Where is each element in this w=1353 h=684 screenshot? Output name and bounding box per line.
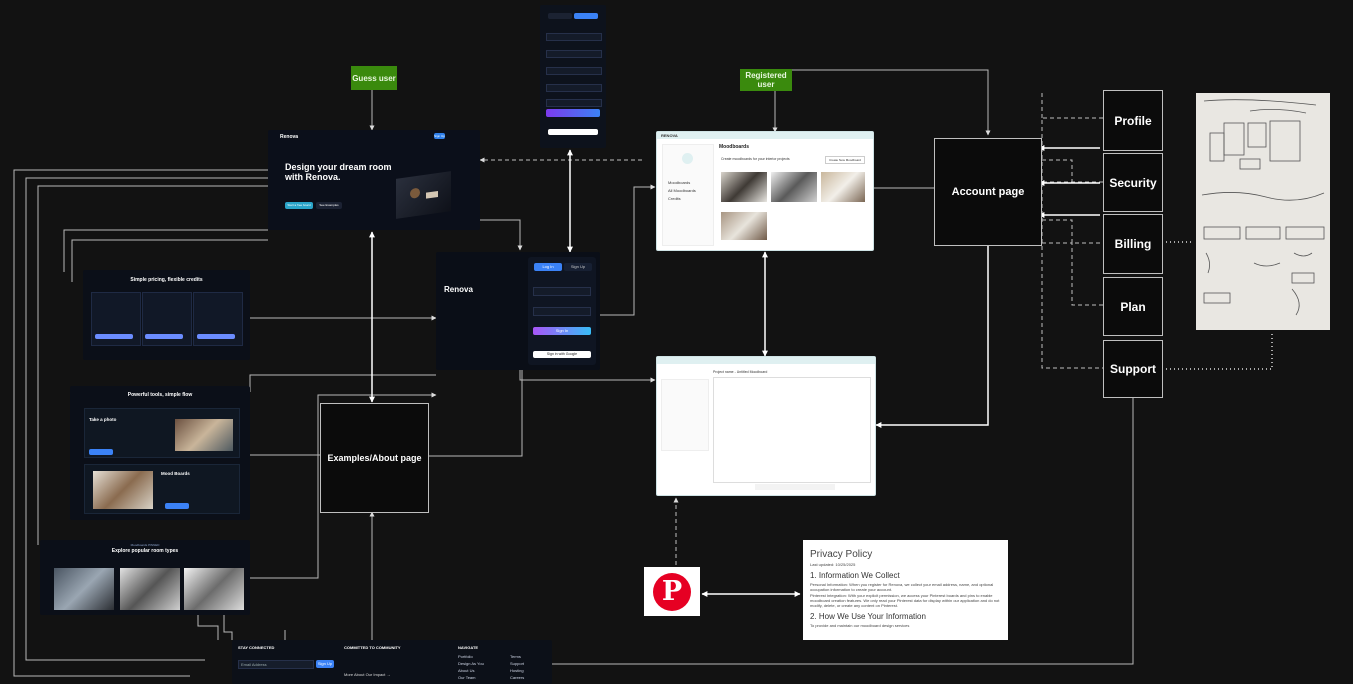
privacy-paragraph-1: Personal Information: When you register … [810, 582, 994, 592]
footer-nav-link[interactable]: Portfolio [458, 654, 473, 659]
room-render-image [396, 171, 451, 219]
footer-col-3: NAVIGATE [458, 645, 479, 650]
hand-sketch-image [1196, 93, 1330, 330]
privacy-section-2: 2. How We Use Your Information [810, 612, 926, 621]
room-types-title: Explore popular room types [111, 548, 179, 554]
landing-headline: Design your dream room with Renova. [285, 162, 392, 182]
footer-nav-link[interactable]: Terms [510, 654, 521, 659]
diagram-canvas: Guess user Registered user Renova Sign U… [0, 0, 1353, 684]
landing-brand: Renova [280, 134, 299, 140]
pricing-thumb: Simple pricing, flexible credits [83, 270, 250, 360]
start-board-button[interactable]: Start a free board [285, 202, 313, 209]
moodboards-thumb: RENOVA Moodboards All Moodboards Credits… [656, 131, 874, 251]
tools-step1: Take a photo [89, 417, 117, 422]
tools-thumb: Powerful tools, simple flow Take a photo… [70, 386, 250, 520]
footer-nav-link[interactable]: Careers [510, 675, 524, 680]
footer-impact-link[interactable]: More About Our Impact → [344, 672, 390, 677]
privacy-updated: Last updated: 10/25/2025 [810, 562, 856, 567]
tools-step2: Mood Boards [161, 471, 190, 476]
footer-col-2: COMMITTED TO COMMUNITY [344, 645, 401, 650]
support-node: Support [1103, 340, 1163, 398]
sidebar-credits[interactable]: Credits [668, 196, 681, 201]
pinterest-icon: P [653, 572, 691, 611]
privacy-policy-thumb: Privacy Policy Last updated: 10/25/2025 … [803, 540, 1008, 640]
security-node: Security [1103, 153, 1163, 212]
privacy-bullet-1: To provide and maintain our moodboard de… [810, 623, 910, 628]
sidebar-all-moodboards[interactable]: All Moodboards [668, 188, 696, 193]
privacy-section-1: 1. Information We Collect [810, 571, 900, 580]
footer-nav-link[interactable]: Design As You [458, 661, 484, 666]
examples-about-node: Examples/About page [320, 403, 429, 513]
moodboards-create-title: Create moodboards for your interior proj… [721, 157, 790, 161]
login-tab[interactable]: Log In [534, 263, 562, 271]
footer-email-input[interactable]: Email Address [238, 660, 314, 669]
project-card[interactable] [721, 212, 767, 240]
pinterest-logo: P [644, 567, 700, 616]
footer-signup-button[interactable]: Sign Up [316, 660, 334, 668]
plan-node: Plan [1103, 277, 1163, 336]
login-email-input[interactable] [533, 287, 591, 296]
footer-nav-link[interactable]: Hosting [510, 668, 524, 673]
tools-title: Powerful tools, simple flow [127, 392, 193, 398]
project-card[interactable] [721, 172, 767, 202]
sign-in-button[interactable]: Sign In [533, 327, 591, 335]
footer-thumb: STAY CONNECTED COMMITTED TO COMMUNITY NA… [232, 640, 552, 684]
footer-nav-link[interactable]: Our Team [458, 675, 476, 680]
room-types-kicker: Moodboards PINNED [130, 543, 160, 547]
registered-user-tag: Registered user [740, 69, 792, 91]
landing-signup-button[interactable]: Sign Up [434, 133, 445, 139]
editor-title: Project name - Untitled Moodboard [713, 370, 768, 374]
landing-hero-thumb: Renova Sign Up Design your dream room wi… [268, 130, 480, 230]
privacy-paragraph-2: Pinterest Integration: With your explici… [810, 593, 1000, 608]
project-card[interactable] [771, 172, 817, 202]
billing-node: Billing [1103, 214, 1163, 274]
pricing-title: Simple pricing, flexible credits [130, 277, 203, 283]
editor-canvas[interactable] [713, 377, 871, 483]
room-types-thumb: Moodboards PINNED Explore popular room t… [40, 540, 250, 615]
signup-tab[interactable]: Sign Up [564, 263, 592, 271]
project-card[interactable] [821, 172, 865, 202]
signup-form-thumb [540, 5, 606, 148]
create-moodboard-button[interactable]: Create New Moodboard [825, 156, 865, 164]
privacy-title: Privacy Policy [810, 549, 873, 560]
google-signin-button[interactable]: Sign in with Google [533, 351, 591, 358]
moodboards-brand: RENOVA [661, 133, 678, 138]
sidebar-moodboards[interactable]: Moodboards [668, 180, 690, 185]
profile-node: Profile [1103, 90, 1163, 151]
account-page-node: Account page [934, 138, 1042, 246]
login-password-input[interactable] [533, 307, 591, 316]
guest-user-tag: Guess user [351, 66, 397, 90]
footer-nav-link[interactable]: Support [510, 661, 524, 666]
see-examples-button[interactable]: See Examples [316, 202, 342, 209]
sketch-drawing [1201, 99, 1325, 316]
footer-col-1: STAY CONNECTED [238, 645, 275, 650]
login-panel-thumb: Renova Log In Sign Up Sign In Sign in wi… [436, 252, 600, 370]
editor-thumb: Project name - Untitled Moodboard [656, 356, 876, 496]
moodboards-title: Moodboards [719, 144, 749, 150]
footer-nav-link[interactable]: About Us [458, 668, 474, 673]
login-brand: Renova [444, 285, 473, 294]
